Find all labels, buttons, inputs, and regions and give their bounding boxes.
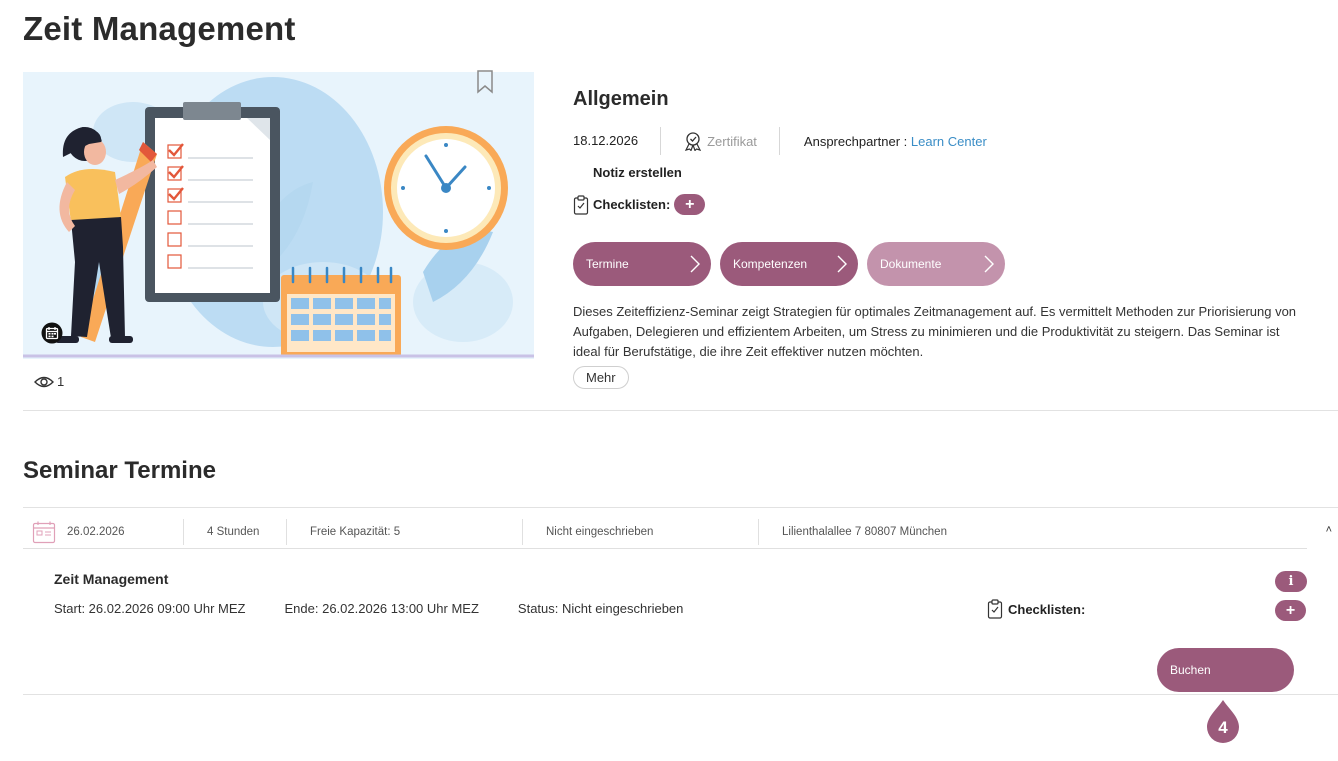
- termin-card: 26.02.2026 4 Stunden Freie Kapazität: 5 …: [23, 507, 1338, 695]
- tab-label: Termine: [586, 257, 629, 271]
- tab-label: Dokumente: [880, 257, 942, 271]
- step-marker: 4: [1207, 700, 1239, 743]
- info-tabs: Termine Kompetenzen Dokumente: [573, 242, 1313, 286]
- more-button[interactable]: Mehr: [573, 366, 629, 389]
- termin-capacity: Freie Kapazität: 5: [287, 519, 523, 545]
- view-counter: 1: [34, 374, 64, 389]
- termin-start: Start: 26.02.2026 09:00 Uhr MEZ: [54, 601, 246, 616]
- certificate-label: Zertifikat: [707, 133, 757, 149]
- chevron-right-icon: [984, 255, 994, 273]
- clipboard-check-icon: [573, 194, 589, 215]
- collapse-chevron-icon[interactable]: ˄: [1326, 524, 1332, 536]
- clipboard-check-icon: [987, 599, 1003, 619]
- calendar-badge-icon: [41, 322, 63, 344]
- tab-dokumente[interactable]: Dokumente: [867, 242, 1005, 286]
- tab-label: Kompetenzen: [733, 257, 808, 271]
- course-date: 18.12.2026: [573, 127, 662, 155]
- seminar-section-title: Seminar Termine: [23, 457, 216, 484]
- chevron-right-icon: [837, 255, 847, 273]
- tab-kompetenzen[interactable]: Kompetenzen: [720, 242, 858, 286]
- contact-label: Ansprechpartner :: [803, 133, 908, 149]
- termin-checklist-label: Checklisten:: [1008, 601, 1086, 617]
- termin-title: Zeit Management: [54, 571, 169, 587]
- certificate-award-icon: [684, 132, 702, 151]
- termin-checklist: Checklisten:: [987, 599, 1085, 619]
- section-divider: [23, 410, 1338, 411]
- termin-enrollment: Nicht eingeschrieben: [523, 519, 759, 545]
- termin-location: Lilienthalallee 7 80807 München: [782, 526, 947, 538]
- termin-header[interactable]: 26.02.2026 4 Stunden Freie Kapazität: 5 …: [23, 516, 1307, 549]
- termin-end: Ende: 26.02.2026 13:00 Uhr MEZ: [284, 601, 479, 616]
- termin-date: 26.02.2026: [58, 519, 184, 545]
- add-termin-checklist-button[interactable]: +: [1275, 600, 1306, 621]
- course-illustration: [23, 72, 534, 359]
- termin-duration: 4 Stunden: [184, 519, 287, 545]
- contact-info: Ansprechpartner : Learn Center: [780, 134, 987, 149]
- info-button[interactable]: i: [1275, 571, 1307, 592]
- views-count: 1: [57, 374, 65, 389]
- chevron-right-icon: [690, 255, 700, 273]
- create-note-link[interactable]: Notiz erstellen: [593, 165, 1313, 183]
- checklist-label: Checklisten:: [593, 197, 671, 212]
- meta-row: 18.12.2026 Zertifikat Ansprechpartner : …: [573, 127, 1313, 155]
- termin-status: Status: Nicht eingeschrieben: [517, 601, 684, 616]
- course-description: Dieses Zeiteffizienz-Seminar zeigt Strat…: [573, 304, 1297, 359]
- course-info: Allgemein 18.12.2026 Zertifikat Ansprech…: [573, 88, 1313, 389]
- time-management-illustration: [23, 72, 534, 359]
- step-marker-number: 4: [1218, 718, 1228, 737]
- eye-icon: [34, 376, 54, 387]
- termin-details: Start: 26.02.2026 09:00 Uhr MEZ Ende: 26…: [54, 601, 722, 616]
- add-checklist-button[interactable]: +: [674, 194, 706, 215]
- contact-link[interactable]: Learn Center: [911, 134, 987, 149]
- info-heading: Allgemein: [573, 88, 669, 110]
- page-title: Zeit Management: [23, 10, 296, 47]
- tab-termine[interactable]: Termine: [573, 242, 711, 286]
- book-button[interactable]: Buchen: [1157, 648, 1294, 692]
- calendar-icon: [32, 520, 58, 544]
- certificate-info: Zertifikat: [661, 127, 780, 155]
- bookmark-icon[interactable]: [476, 70, 494, 94]
- checklist-row: Checklisten: +: [573, 194, 1313, 215]
